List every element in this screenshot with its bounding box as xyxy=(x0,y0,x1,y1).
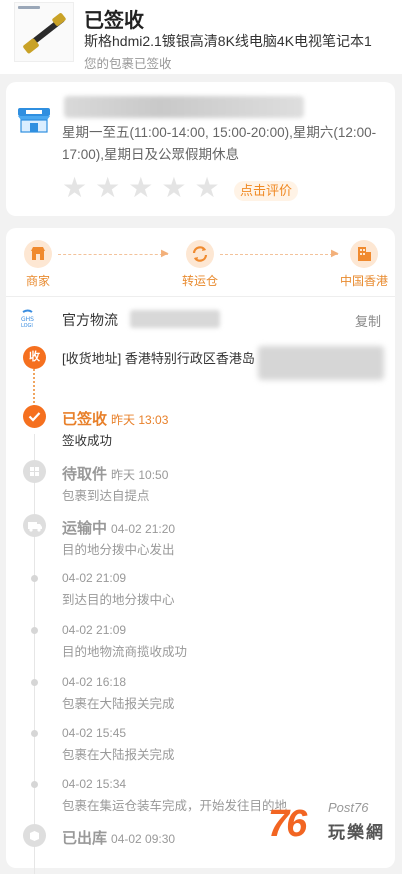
svg-text:LOGI: LOGI xyxy=(21,323,33,328)
timeline-dot xyxy=(31,575,38,582)
building-icon xyxy=(358,247,371,261)
watermark-post: Post76 xyxy=(328,800,369,815)
event-time: 04-02 09:30 xyxy=(111,832,176,846)
carrier-name: 官方物流 xyxy=(62,312,118,328)
rate-button[interactable]: 点击评价 xyxy=(234,181,299,201)
timeline-dot xyxy=(31,627,38,634)
brand-mark xyxy=(18,6,40,9)
route-node-merchant: 商家 xyxy=(8,240,68,289)
event-time: 04-02 16:18 xyxy=(62,675,127,689)
address-redacted xyxy=(258,346,384,380)
grid-icon xyxy=(23,460,46,483)
order-header: 已签收 斯格hdmi2.1镀银高清8K线电脑4K电视笔记本1 您的包裹已签收 xyxy=(0,0,402,74)
carrier-logo-icon: GHS LOGI xyxy=(21,309,34,328)
site-watermark: 76 Post76 玩樂網 xyxy=(266,800,398,848)
route-label: 商家 xyxy=(25,274,50,288)
star-icon[interactable]: ★ xyxy=(161,174,186,202)
route-node-transfer: 转运仓 xyxy=(170,240,230,289)
route-progress: 商家 ▶ 转运仓 ▶ 中国香港 xyxy=(6,228,395,294)
event-status-label: 运输中 xyxy=(62,520,108,537)
route-label: 转运仓 xyxy=(181,274,218,288)
event-description: 包裹在大陆报关完成 xyxy=(62,697,175,711)
event-time: 04-02 21:20 xyxy=(111,522,176,536)
event-status: 待取件 昨天 10:50 xyxy=(62,463,168,484)
event-time: 04-02 21:09 xyxy=(62,623,127,637)
route-connector xyxy=(58,254,168,255)
timeline-dot xyxy=(31,679,38,686)
event-description: 目的地分拨中心发出 xyxy=(62,543,175,557)
event-time: 04-02 21:09 xyxy=(62,571,127,585)
watermark-number: 76 xyxy=(268,803,307,845)
event-status: 运输中 04-02 21:20 xyxy=(62,517,175,538)
check-icon xyxy=(23,405,46,428)
address-badge: 收 xyxy=(23,346,46,369)
product-thumbnail[interactable] xyxy=(14,2,74,62)
route-label: 中国香港 xyxy=(339,274,388,288)
transfer-icon xyxy=(192,246,208,262)
rating-stars[interactable]: ★ ★ ★ ★ ★ xyxy=(62,174,220,202)
star-icon[interactable]: ★ xyxy=(194,174,219,202)
watermark-site: 玩樂網 xyxy=(328,823,385,842)
delivery-address: [收货地址] 香港特别行政区香港岛 xyxy=(62,351,255,366)
event-status-label: 已出库 xyxy=(62,830,108,847)
event-description: 目的地物流商揽收成功 xyxy=(62,645,188,659)
event-time: 昨天 13:03 xyxy=(111,413,169,427)
event-description: 签收成功 xyxy=(62,434,113,448)
truck-icon xyxy=(23,514,46,537)
star-icon[interactable]: ★ xyxy=(95,174,120,202)
star-icon[interactable]: ★ xyxy=(62,174,87,202)
divider xyxy=(6,296,395,297)
event-description: 包裹在大陆报关完成 xyxy=(62,748,175,762)
event-time: 昨天 10:50 xyxy=(111,468,169,482)
shop-icon xyxy=(31,247,45,260)
event-status-label: 待取件 xyxy=(62,466,108,483)
copy-button[interactable]: 复制 xyxy=(355,311,381,330)
store-name-redacted xyxy=(64,96,304,118)
event-description: 到达目的地分拨中心 xyxy=(62,593,175,607)
route-node-destination: 中国香港 xyxy=(334,240,394,289)
svg-text:GHS: GHS xyxy=(21,316,34,323)
event-time: 04-02 15:34 xyxy=(62,777,127,791)
storefront-icon xyxy=(18,108,50,133)
store-hours: 星期一至五(11:00-14:00, 15:00-20:00),星期六(12:0… xyxy=(62,125,377,162)
timeline-dot xyxy=(31,781,38,788)
logistics-card: 商家 ▶ 转运仓 ▶ 中国香港 GHS LOGI 官方物流 复制 收 [收货地址… xyxy=(6,228,395,874)
tracking-number-redacted xyxy=(130,310,220,328)
delivery-status-title: 已签收 xyxy=(84,10,144,32)
arrow-right-icon: ▶ xyxy=(161,248,169,259)
event-description: 包裹到达自提点 xyxy=(62,489,150,503)
timeline-dot xyxy=(31,730,38,737)
event-description: 包裹在集运仓装车完成，开始发往目的地 xyxy=(62,799,288,813)
route-connector xyxy=(220,254,338,255)
event-status: 已签收 昨天 13:03 xyxy=(62,408,168,429)
box-icon xyxy=(23,824,46,847)
star-icon[interactable]: ★ xyxy=(128,174,153,202)
delivery-status-subtitle: 您的包裹已签收 xyxy=(84,57,172,71)
event-time: 04-02 15:45 xyxy=(62,726,127,740)
event-status: 已出库 04-02 09:30 xyxy=(62,827,175,848)
timeline-connector xyxy=(33,366,35,410)
timeline-connector xyxy=(34,434,35,874)
product-name[interactable]: 斯格hdmi2.1镀银高清8K线电脑4K电视笔记本1 xyxy=(84,31,390,51)
event-status-label: 已签收 xyxy=(62,411,108,428)
pickup-store-card: 星期一至五(11:00-14:00, 15:00-20:00),星期六(12:0… xyxy=(6,82,395,216)
